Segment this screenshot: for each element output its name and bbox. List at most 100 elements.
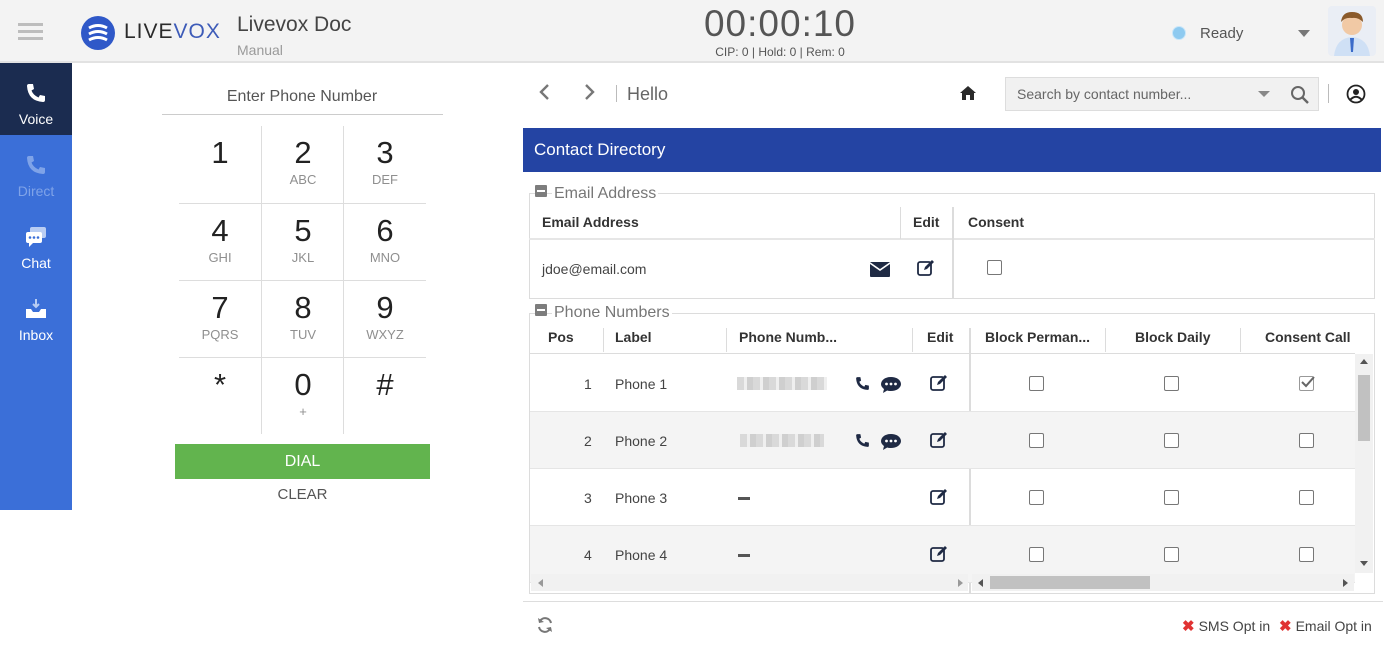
call-phone-icon[interactable] xyxy=(854,375,871,397)
search-icon[interactable] xyxy=(1290,85,1310,105)
forward-arrow-icon[interactable] xyxy=(580,82,598,102)
search-input[interactable]: Search by contact number... xyxy=(1017,86,1191,102)
consent-call-checkbox[interactable] xyxy=(1299,490,1314,505)
collapse-email-toggle-icon[interactable] xyxy=(535,185,547,197)
edit-icon[interactable] xyxy=(916,258,936,278)
row-position: 4 xyxy=(584,547,592,563)
email-section-legend: Email Address xyxy=(552,185,659,203)
column-header-consent: Consent xyxy=(968,214,1024,230)
keypad-divider xyxy=(179,280,426,281)
inbox-icon xyxy=(26,299,46,318)
key-digit: 0 xyxy=(294,367,312,402)
row-label: Phone 1 xyxy=(615,376,668,392)
consent-call-checkbox[interactable] xyxy=(1299,376,1315,391)
block-permanent-checkbox[interactable] xyxy=(1029,433,1044,448)
sms-chat-icon[interactable] xyxy=(880,433,902,456)
email-consent-checkbox[interactable] xyxy=(987,260,1002,275)
block-permanent-checkbox[interactable] xyxy=(1029,547,1044,562)
phone-icon xyxy=(27,84,45,102)
app-subtitle: Manual xyxy=(237,42,283,58)
call-phone-icon[interactable] xyxy=(854,432,871,454)
empty-phone-number xyxy=(738,554,750,557)
scroll-right-arrow-icon[interactable] xyxy=(958,579,963,587)
column-divider xyxy=(900,207,901,239)
block-daily-checkbox[interactable] xyxy=(1164,547,1179,562)
horizontal-scrollbar-thumb[interactable] xyxy=(990,576,1150,589)
email-opt-in-link[interactable]: ✖ Email Opt in xyxy=(1279,617,1372,635)
row-divider xyxy=(530,468,1355,469)
collapse-phone-toggle-icon[interactable] xyxy=(535,304,547,316)
sidebar-item-chat[interactable]: Chat xyxy=(0,207,72,279)
keypad-key[interactable]: 9 WXYZ xyxy=(344,281,426,358)
edit-icon[interactable] xyxy=(929,373,949,398)
consent-call-checkbox[interactable] xyxy=(1299,433,1314,448)
horizontal-scrollbar-left[interactable] xyxy=(531,574,968,591)
keypad-key[interactable]: 1 xyxy=(179,126,261,203)
column-header-pos: Pos xyxy=(548,329,574,345)
scroll-up-arrow-icon[interactable] xyxy=(1360,359,1368,364)
status-dropdown-caret-icon[interactable] xyxy=(1298,30,1310,37)
left-navigation: Voice Direct Chat Inbox xyxy=(0,63,72,510)
block-permanent-checkbox[interactable] xyxy=(1029,490,1044,505)
refresh-icon[interactable] xyxy=(536,616,554,634)
hamburger-menu-icon[interactable] xyxy=(18,23,43,41)
user-profile-icon[interactable] xyxy=(1346,84,1366,104)
search-dropdown-caret-icon[interactable] xyxy=(1258,91,1270,97)
keypad-key[interactable]: 4 GHI xyxy=(179,204,261,281)
sidebar-item-voice[interactable]: Voice xyxy=(0,63,72,135)
send-email-icon[interactable] xyxy=(870,262,890,277)
column-header-email: Email Address xyxy=(542,214,639,230)
key-letters: PQRS xyxy=(201,327,239,342)
scroll-down-arrow-icon[interactable] xyxy=(1360,561,1368,566)
column-header-edit: Edit xyxy=(927,329,954,345)
keypad-key[interactable]: 7 PQRS xyxy=(179,281,261,358)
keypad-key[interactable]: 8 TUV xyxy=(262,281,344,358)
keypad-key[interactable]: 2 ABC xyxy=(262,126,344,203)
logo-text: LIVEVOX xyxy=(124,20,221,43)
keypad-key[interactable]: 3 DEF xyxy=(344,126,426,203)
phone-number-input[interactable]: Enter Phone Number xyxy=(162,88,442,106)
sidebar-item-inbox[interactable]: Inbox xyxy=(0,279,72,351)
close-icon: ✖ xyxy=(1182,618,1195,635)
phone-section-legend: Phone Numbers xyxy=(552,304,672,322)
keypad-key[interactable]: 0 + xyxy=(262,358,344,435)
dial-button[interactable]: DIAL xyxy=(175,444,430,479)
column-header-block-daily: Block Daily xyxy=(1135,329,1211,345)
keypad-key[interactable]: 6 MNO xyxy=(344,204,426,281)
sidebar-item-label: Voice xyxy=(18,111,54,127)
avatar[interactable] xyxy=(1328,6,1376,56)
key-letters: WXYZ xyxy=(366,327,404,342)
key-digit: 4 xyxy=(211,213,229,248)
back-arrow-icon[interactable] xyxy=(536,82,554,102)
keypad-key[interactable]: 5 JKL xyxy=(262,204,344,281)
clear-button[interactable]: CLEAR xyxy=(175,486,430,503)
scroll-right-arrow-icon[interactable] xyxy=(1343,579,1348,587)
scroll-left-arrow-icon[interactable] xyxy=(978,579,983,587)
breadcrumb: Hello xyxy=(627,84,669,104)
sms-opt-in-link[interactable]: ✖ SMS Opt in xyxy=(1182,617,1270,635)
edit-icon[interactable] xyxy=(929,487,949,512)
consent-call-checkbox[interactable] xyxy=(1299,547,1314,562)
block-permanent-checkbox[interactable] xyxy=(1029,376,1044,391)
edit-icon[interactable] xyxy=(929,544,949,569)
column-divider xyxy=(912,328,913,352)
sms-chat-icon[interactable] xyxy=(880,376,902,399)
edit-icon[interactable] xyxy=(929,430,949,455)
column-divider xyxy=(952,207,954,298)
agent-status-label[interactable]: Ready xyxy=(1200,25,1243,42)
vertical-scrollbar-thumb[interactable] xyxy=(1358,375,1370,441)
breadcrumb-separator xyxy=(616,85,617,102)
block-daily-checkbox[interactable] xyxy=(1164,433,1179,448)
block-daily-checkbox[interactable] xyxy=(1164,376,1179,391)
keypad-key[interactable]: * xyxy=(179,358,261,435)
key-letters: DEF xyxy=(372,172,398,187)
home-icon[interactable] xyxy=(959,84,977,102)
sms-opt-in-label: SMS Opt in xyxy=(1198,618,1271,634)
email-fieldset-border xyxy=(529,298,1375,299)
keypad-key[interactable]: # xyxy=(344,358,426,435)
key-letters: MNO xyxy=(369,250,401,265)
scroll-left-arrow-icon[interactable] xyxy=(538,579,543,587)
block-daily-checkbox[interactable] xyxy=(1164,490,1179,505)
row-position: 1 xyxy=(584,376,592,392)
sidebar-item-label: Inbox xyxy=(18,327,54,343)
